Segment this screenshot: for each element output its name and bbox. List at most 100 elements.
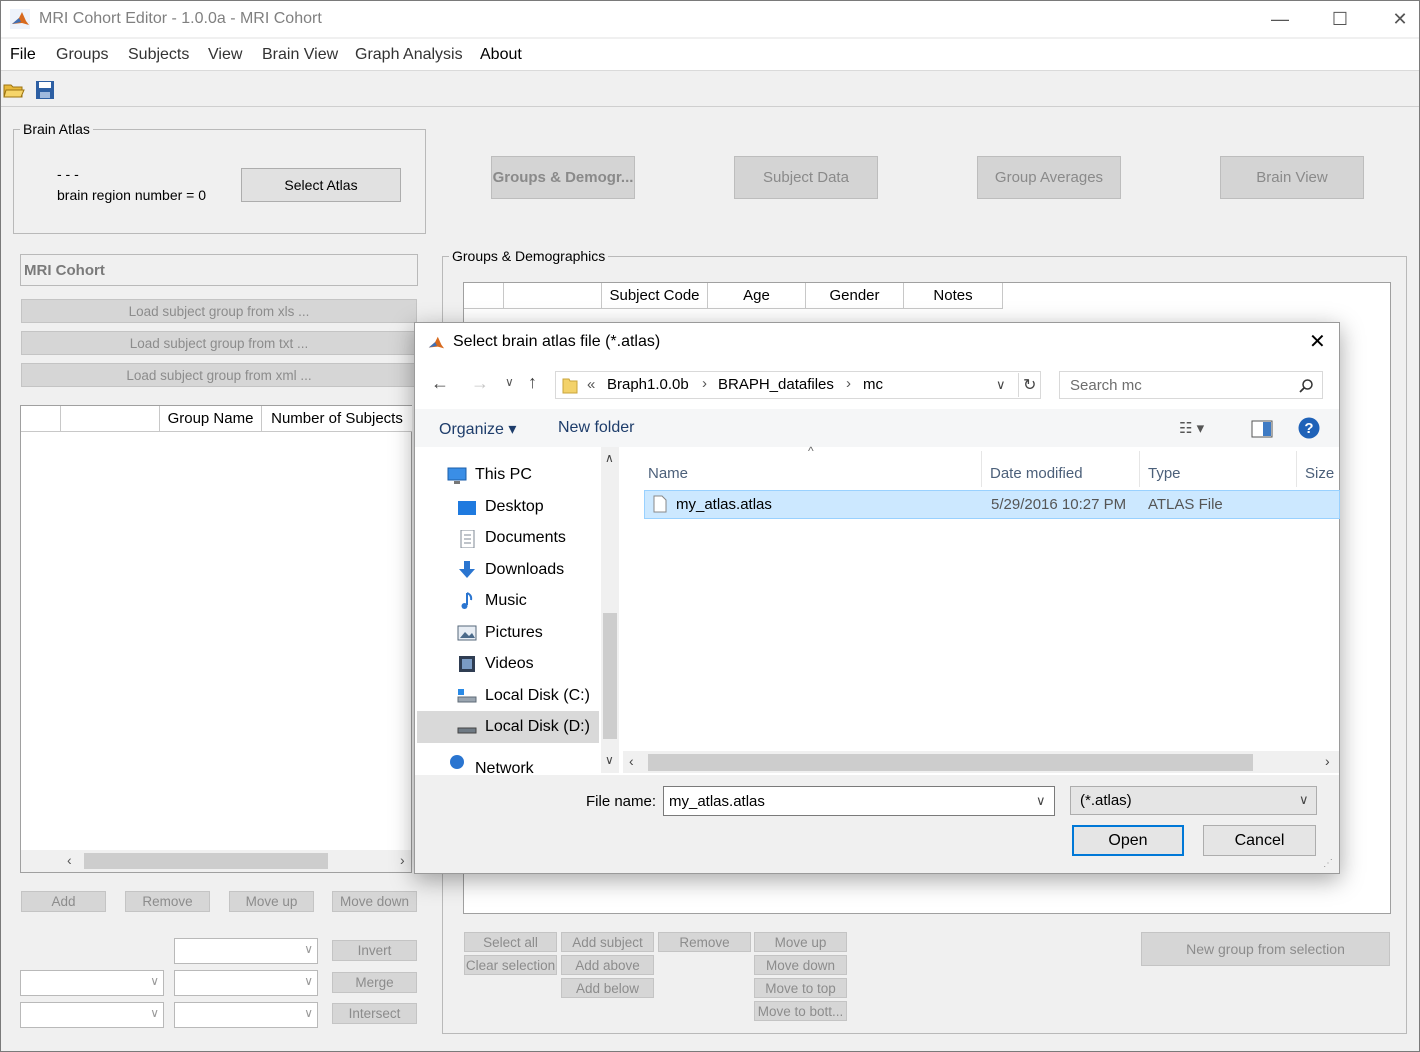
nav-pictures[interactable]: Pictures [485,624,543,642]
search-input[interactable]: Search mc [1070,377,1142,394]
col-date-modified[interactable]: Date modified [990,465,1083,482]
refresh-icon[interactable]: ↻ [1023,375,1036,395]
close-window-button[interactable]: ✕ [1385,7,1415,31]
select-atlas-button[interactable]: Select Atlas [241,168,401,202]
brain-view-button[interactable]: Brain View [1220,156,1364,199]
up-arrow-icon[interactable]: ↑ [528,372,537,393]
scroll-down-icon[interactable]: ∨ [605,753,614,767]
recent-locations-icon[interactable]: ∨ [505,375,514,389]
menu-groups[interactable]: Groups [56,46,108,64]
select-all-button[interactable]: Select all [464,932,557,952]
cancel-button[interactable]: Cancel [1203,825,1316,856]
open-button[interactable]: Open [1072,825,1184,856]
scroll-right-icon[interactable]: › [1325,753,1330,769]
groups-demographics-button[interactable]: Groups & Demogr... [491,156,635,199]
scroll-thumb[interactable] [84,853,328,869]
add-above-button[interactable]: Add above [561,955,654,975]
group-select-combo-5[interactable]: ∨ [174,1002,318,1028]
group-select-combo-4[interactable]: ∨ [20,1002,164,1028]
file-row[interactable]: my_atlas.atlas 5/29/2016 10:27 PM ATLAS … [644,490,1340,519]
nav-this-pc[interactable]: This PC [475,466,532,484]
remove-group-button[interactable]: Remove [125,891,210,912]
subject-data-button[interactable]: Subject Data [734,156,878,199]
breadcrumb-mc[interactable]: mc [863,376,883,393]
navigation-pane[interactable]: This PC Desktop Documents Downloads Musi… [415,447,620,773]
groups-table[interactable]: Group Name Number of Subjects ‹ › [20,405,412,873]
add-group-button[interactable]: Add [21,891,106,912]
nav-desktop[interactable]: Desktop [485,498,544,516]
open-folder-icon[interactable] [3,79,25,101]
cohort-name-field[interactable]: MRI Cohort [20,254,418,286]
group-averages-button[interactable]: Group Averages [977,156,1121,199]
forward-arrow-icon[interactable]: → [471,373,489,394]
add-subject-button[interactable]: Add subject [561,932,654,952]
search-icon[interactable] [1298,378,1314,394]
minimize-button[interactable]: — [1265,7,1295,31]
dialog-close-icon[interactable]: ✕ [1309,329,1326,354]
file-name-input[interactable]: my_atlas.atlas ∨ [663,786,1055,816]
menu-brain-view[interactable]: Brain View [262,46,338,64]
menu-about[interactable]: About [480,46,522,64]
groups-hscrollbar[interactable]: ‹ › [21,850,411,872]
nav-documents[interactable]: Documents [485,529,566,547]
invert-button[interactable]: Invert [332,940,417,961]
clear-selection-button[interactable]: Clear selection [464,955,557,975]
preview-pane-icon[interactable] [1251,420,1273,438]
scroll-left-icon[interactable]: ‹ [67,852,72,868]
nav-local-disk-d[interactable]: Local Disk (D:) [485,718,590,736]
load-txt-button[interactable]: Load subject group from txt ... [21,331,417,355]
merge-button[interactable]: Merge [332,972,417,993]
col-name[interactable]: Name [648,465,688,482]
view-options-icon[interactable]: ☷ ▾ [1179,419,1204,437]
address-bar[interactable]: « Braph1.0.0b › BRAPH_datafiles › mc ∨ ↻ [555,371,1041,399]
move-to-top-button[interactable]: Move to top [754,978,847,998]
move-to-bottom-button[interactable]: Move to bott... [754,1001,847,1021]
organize-menu[interactable]: Organize ▾ [439,419,516,439]
save-icon[interactable] [34,79,56,101]
breadcrumb-braph[interactable]: Braph1.0.0b [607,376,689,393]
move-up-group-button[interactable]: Move up [229,891,314,912]
maximize-button[interactable]: ☐ [1325,7,1355,31]
file-type-filter[interactable]: (*.atlas) ∨ [1070,786,1317,815]
new-folder-button[interactable]: New folder [558,419,634,437]
new-group-from-selection-button[interactable]: New group from selection [1141,932,1390,966]
scroll-right-icon[interactable]: › [400,852,405,868]
nav-music[interactable]: Music [485,592,527,610]
scroll-left-icon[interactable]: ‹ [629,753,634,769]
nav-local-disk-c[interactable]: Local Disk (C:) [485,687,590,705]
chevron-down-icon[interactable]: ∨ [1036,793,1046,809]
file-hscrollbar[interactable]: ‹ › [623,751,1339,773]
breadcrumb-overflow[interactable]: « [587,376,595,393]
menu-subjects[interactable]: Subjects [128,46,189,64]
nav-downloads[interactable]: Downloads [485,561,564,579]
intersect-button[interactable]: Intersect [332,1003,417,1024]
help-icon[interactable]: ? [1298,417,1320,439]
breadcrumb-datafiles[interactable]: BRAPH_datafiles [718,376,834,393]
col-type[interactable]: Type [1148,465,1181,482]
move-down-group-button[interactable]: Move down [332,891,417,912]
nav-network[interactable]: Network [475,760,534,773]
load-xls-button[interactable]: Load subject group from xls ... [21,299,417,323]
group-select-combo-1[interactable]: ∨ [174,938,318,964]
menu-view[interactable]: View [208,46,242,64]
nav-scrollbar[interactable]: ∧ ∨ [601,447,619,773]
group-select-combo-3[interactable]: ∨ [174,970,318,996]
col-size[interactable]: Size [1305,465,1334,482]
resize-grip-icon[interactable]: ⋰ [1323,858,1333,869]
search-box[interactable]: Search mc [1059,371,1323,399]
nav-videos[interactable]: Videos [485,655,534,673]
file-scroll-thumb[interactable] [648,754,1253,771]
load-xml-button[interactable]: Load subject group from xml ... [21,363,417,387]
menu-file[interactable]: File [10,46,36,64]
move-down-subject-button[interactable]: Move down [754,955,847,975]
remove-subject-button[interactable]: Remove [658,932,751,952]
add-below-button[interactable]: Add below [561,978,654,998]
move-up-subject-button[interactable]: Move up [754,932,847,952]
back-arrow-icon[interactable]: ← [431,373,449,394]
disk-d-icon [457,727,477,734]
nav-scroll-thumb[interactable] [603,613,617,739]
address-dropdown-icon[interactable]: ∨ [996,377,1006,393]
group-select-combo-2[interactable]: ∨ [20,970,164,996]
menu-graph-analysis[interactable]: Graph Analysis [355,46,463,64]
scroll-up-icon[interactable]: ∧ [605,451,614,465]
